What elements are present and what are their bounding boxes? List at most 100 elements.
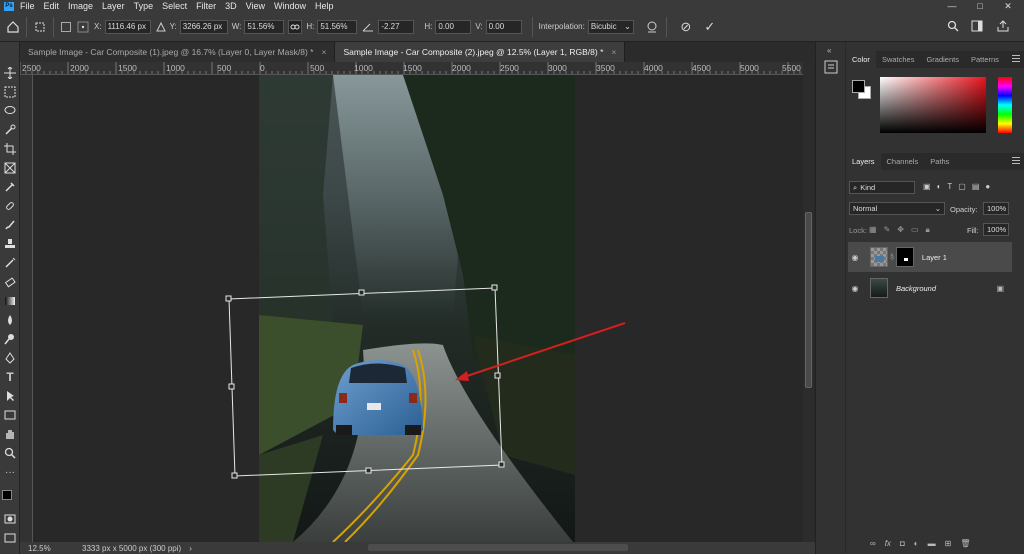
height-field[interactable]: 51.56%: [317, 19, 358, 34]
menu-select[interactable]: Select: [162, 1, 187, 11]
color-field[interactable]: [880, 77, 986, 133]
foreground-color-swatch[interactable]: [2, 490, 12, 500]
quick-mask-icon[interactable]: [3, 512, 17, 526]
smart-object-filter-icon[interactable]: ▤: [972, 182, 980, 191]
type-filter-icon[interactable]: T: [947, 182, 952, 191]
warp-mode-icon[interactable]: [644, 21, 660, 33]
tab-channels[interactable]: Channels: [881, 153, 925, 170]
vertical-scrollbar[interactable]: [803, 62, 814, 542]
expand-panels-icon[interactable]: «: [827, 46, 831, 55]
screen-mode-icon[interactable]: [3, 531, 17, 545]
new-layer-icon[interactable]: ⊞: [945, 539, 952, 548]
menu-3d[interactable]: 3D: [225, 1, 237, 11]
share-icon[interactable]: [996, 20, 1010, 32]
tab-document-1[interactable]: Sample Image - Car Composite (1).jpeg @ …: [20, 42, 336, 62]
eyedropper-icon[interactable]: [3, 180, 17, 194]
chevron-right-icon[interactable]: ›: [189, 544, 192, 553]
layer-filter-select[interactable]: ⌕ Kind: [849, 181, 915, 194]
y-position-field[interactable]: 3266.26 px: [179, 19, 228, 34]
zoom-level[interactable]: 12.5%: [28, 544, 64, 553]
reference-point-grid-icon[interactable]: [76, 20, 90, 34]
tab-patterns[interactable]: Patterns: [965, 51, 1005, 68]
tab-gradients[interactable]: Gradients: [920, 51, 965, 68]
lock-position-icon[interactable]: ✥: [897, 225, 904, 235]
marquee-icon[interactable]: [3, 85, 17, 99]
close-icon[interactable]: ×: [321, 47, 326, 57]
layer-row-layer-1[interactable]: ◉ § Layer 1: [848, 242, 1012, 272]
horizontal-scroll-thumb[interactable]: [368, 544, 628, 551]
history-brush-icon[interactable]: [3, 256, 17, 270]
home-icon[interactable]: [6, 20, 20, 34]
chain-link-icon[interactable]: §: [890, 254, 894, 261]
eraser-icon[interactable]: [3, 275, 17, 289]
width-field[interactable]: 51.56%: [244, 19, 285, 34]
tab-document-2[interactable]: Sample Image - Car Composite (2).jpeg @ …: [335, 42, 626, 62]
workspace-icon[interactable]: [970, 20, 984, 32]
mask-icon[interactable]: ◘: [900, 539, 905, 548]
filter-toggle-icon[interactable]: ●: [985, 182, 990, 191]
fill-field[interactable]: 100%: [983, 223, 1009, 236]
visibility-eye-icon[interactable]: ◉: [848, 253, 862, 262]
lock-transparency-icon[interactable]: ▦: [869, 225, 877, 235]
hue-slider[interactable]: [998, 77, 1012, 133]
scroll-thumb[interactable]: [805, 212, 812, 388]
hand-icon[interactable]: [3, 427, 17, 441]
lock-pixels-icon[interactable]: ✎: [884, 225, 891, 235]
layer-name[interactable]: Layer 1: [922, 253, 947, 262]
lock-all-icon[interactable]: 🔒︎: [926, 225, 930, 235]
cancel-transform-icon[interactable]: ⊘: [677, 19, 695, 35]
tab-layers[interactable]: Layers: [846, 153, 881, 170]
link-icon[interactable]: ∞: [870, 539, 876, 548]
brush-icon[interactable]: [3, 218, 17, 232]
layer-row-background[interactable]: ◉ Background ▣: [848, 273, 1012, 303]
more-icon[interactable]: ···: [3, 465, 17, 479]
healing-icon[interactable]: [3, 199, 17, 213]
folder-icon[interactable]: ▬: [928, 539, 936, 548]
menu-type[interactable]: Type: [134, 1, 154, 11]
close-icon[interactable]: ×: [611, 47, 616, 57]
rectangle-icon[interactable]: [3, 408, 17, 422]
frame-icon[interactable]: [3, 161, 17, 175]
lasso-icon[interactable]: [3, 104, 17, 118]
shape-filter-icon[interactable]: ▢: [958, 182, 966, 191]
v-skew-field[interactable]: 0.00: [485, 19, 522, 34]
tab-swatches[interactable]: Swatches: [876, 51, 921, 68]
menu-file[interactable]: File: [20, 1, 35, 11]
history-icon[interactable]: [824, 60, 838, 76]
visibility-eye-icon[interactable]: ◉: [848, 284, 862, 293]
minimize-button[interactable]: —: [940, 0, 964, 12]
x-position-field[interactable]: 1116.46 px: [104, 19, 151, 34]
panel-menu-icon[interactable]: [1012, 157, 1020, 164]
menu-view[interactable]: View: [246, 1, 265, 11]
image-filter-icon[interactable]: ▣: [923, 182, 931, 191]
crop-icon[interactable]: [3, 142, 17, 156]
adjustment-filter-icon[interactable]: ◐: [937, 182, 942, 191]
h-skew-field[interactable]: 0.00: [435, 19, 472, 34]
interpolation-select[interactable]: Bicubic ⌄: [587, 19, 634, 34]
menu-filter[interactable]: Filter: [196, 1, 216, 11]
menu-window[interactable]: Window: [274, 1, 306, 11]
opacity-field[interactable]: 100%: [983, 202, 1009, 215]
foreground-color-swatch[interactable]: [852, 80, 865, 93]
adjustment-icon[interactable]: ◐: [914, 539, 919, 548]
tab-paths[interactable]: Paths: [924, 153, 955, 170]
tab-color[interactable]: Color: [846, 51, 876, 68]
close-window-button[interactable]: ✕: [996, 0, 1020, 12]
blur-icon[interactable]: [3, 313, 17, 327]
car-layer[interactable]: [333, 360, 423, 435]
search-icon[interactable]: [946, 20, 960, 32]
lock-artboard-icon[interactable]: ▭: [911, 225, 919, 235]
pen-icon[interactable]: [3, 351, 17, 365]
menu-edit[interactable]: Edit: [44, 1, 60, 11]
dodge-icon[interactable]: [3, 332, 17, 346]
document-canvas[interactable]: [33, 75, 803, 542]
gradient-icon[interactable]: [3, 294, 17, 308]
path-select-icon[interactable]: [3, 389, 17, 403]
angle-field[interactable]: -2.27: [378, 19, 415, 34]
stamp-icon[interactable]: [3, 237, 17, 251]
menu-help[interactable]: Help: [315, 1, 334, 11]
transform-icon[interactable]: [33, 20, 47, 34]
reference-point-checkbox[interactable]: [60, 21, 72, 33]
layer-mask-thumbnail[interactable]: [895, 247, 914, 267]
zoom-icon[interactable]: [3, 446, 17, 460]
